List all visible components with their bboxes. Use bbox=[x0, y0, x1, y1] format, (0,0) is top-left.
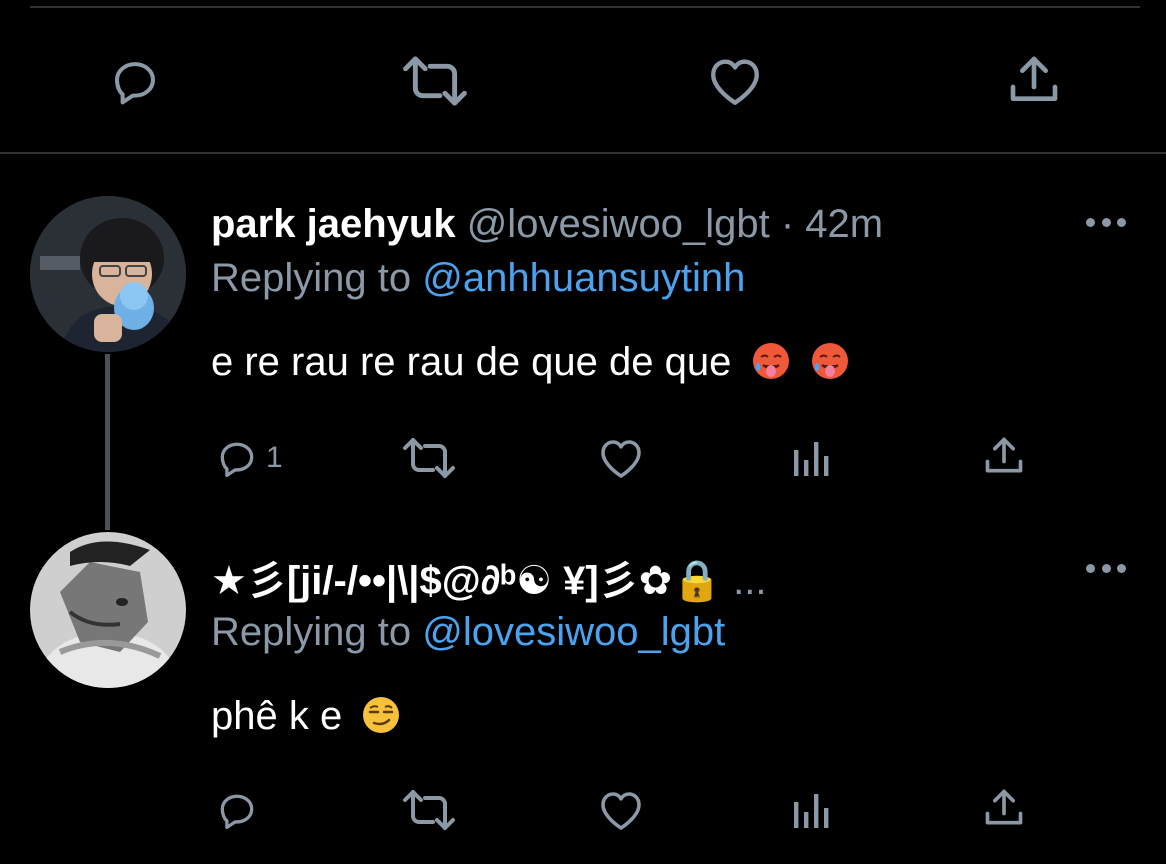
reply-button[interactable] bbox=[214, 788, 266, 832]
analytics-button[interactable] bbox=[792, 438, 832, 478]
more-options-button[interactable] bbox=[1086, 562, 1126, 574]
analytics-icon bbox=[794, 794, 829, 828]
share-icon bbox=[985, 789, 1023, 825]
like-button[interactable] bbox=[597, 436, 645, 480]
replying-to: Replying to @lovesiwoo_lgbt bbox=[211, 610, 725, 655]
username[interactable]: @lovesiwoo_lgbt bbox=[467, 202, 770, 246]
retweet-icon bbox=[403, 56, 467, 106]
section-divider bbox=[0, 152, 1166, 154]
reply-icon bbox=[220, 442, 254, 478]
more-dot bbox=[1117, 217, 1126, 227]
retweet-icon bbox=[403, 790, 455, 830]
more-dot bbox=[1086, 563, 1095, 573]
mention-link[interactable]: @anhhuansuytinh bbox=[422, 256, 745, 300]
like-button[interactable] bbox=[706, 54, 764, 108]
retweet-button[interactable] bbox=[400, 788, 458, 832]
share-button[interactable] bbox=[1006, 52, 1062, 108]
more-dot bbox=[1117, 563, 1126, 573]
replying-prefix: Replying to bbox=[211, 610, 412, 654]
like-icon bbox=[711, 59, 759, 105]
avatar[interactable] bbox=[30, 196, 186, 352]
like-button[interactable] bbox=[597, 788, 645, 832]
top-divider bbox=[30, 6, 1140, 8]
display-name[interactable]: ★彡[ji/-/••|\|$@∂ᵇ☯ ¥]彡✿🔒 bbox=[211, 559, 722, 603]
replying-prefix: Replying to bbox=[211, 256, 412, 300]
tweet-text: e re rau re rau de que de que bbox=[211, 340, 850, 385]
replying-to: Replying to @anhhuansuytinh bbox=[211, 256, 745, 301]
name-overflow: ... bbox=[733, 559, 767, 603]
share-button[interactable] bbox=[982, 434, 1026, 478]
tweet-header: ★彡[ji/-/••|\|$@∂ᵇ☯ ¥]彡✿🔒 ... bbox=[211, 548, 766, 606]
tweet-text-content: phê k e bbox=[211, 694, 343, 738]
reply-button[interactable] bbox=[106, 54, 164, 108]
display-name[interactable]: park jaehyuk bbox=[211, 202, 456, 246]
tweet-text-content: e re rau re rau de que de que bbox=[211, 340, 732, 384]
more-dot bbox=[1101, 563, 1111, 573]
reply-count: 1 bbox=[266, 441, 283, 474]
hot-face-emoji bbox=[752, 343, 789, 379]
mention-link[interactable]: @lovesiwoo_lgbt bbox=[422, 610, 725, 654]
retweet-icon bbox=[403, 438, 455, 478]
avatar[interactable] bbox=[30, 532, 186, 688]
share-button[interactable] bbox=[982, 786, 1026, 830]
timestamp[interactable]: 42m bbox=[805, 202, 883, 246]
more-dot bbox=[1086, 217, 1095, 227]
hot-face-emoji bbox=[811, 343, 848, 379]
reply-icon bbox=[220, 794, 254, 830]
separator-dot: · bbox=[780, 202, 795, 246]
share-icon bbox=[985, 437, 1023, 473]
analytics-icon bbox=[794, 442, 829, 476]
retweet-button[interactable] bbox=[400, 54, 470, 108]
thread-line bbox=[105, 354, 110, 530]
more-options-button[interactable] bbox=[1086, 216, 1126, 228]
like-icon bbox=[601, 440, 641, 478]
share-icon bbox=[1010, 56, 1058, 101]
analytics-button[interactable] bbox=[792, 790, 832, 830]
reply-button[interactable]: 1 bbox=[214, 436, 283, 480]
tweet-header: park jaehyuk @lovesiwoo_lgbt · 42m bbox=[211, 202, 883, 247]
smirk-emoji bbox=[363, 697, 400, 733]
reply-icon bbox=[114, 62, 156, 105]
more-dot bbox=[1101, 217, 1111, 227]
tweet-text: phê k e bbox=[211, 694, 401, 739]
retweet-button[interactable] bbox=[400, 436, 458, 480]
like-icon bbox=[601, 792, 641, 830]
